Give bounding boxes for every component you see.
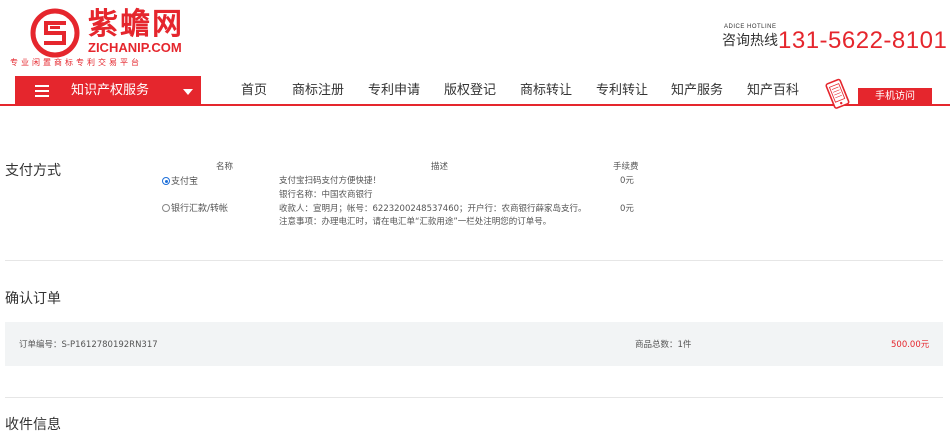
hotline-label: 咨询热线 [722, 33, 778, 49]
payment-option-bank-transfer[interactable]: 银行汇款/转帐 [162, 203, 228, 215]
nav-item-ip-encyclopedia[interactable]: 知产百科 [747, 82, 799, 100]
nav-item-trademark-registration[interactable]: 商标注册 [292, 82, 344, 100]
payment-option-description: 注意事项：办理电汇时，请在电汇单“汇款用途”一栏处注明您的订单号。 [279, 217, 552, 227]
radio-unchecked-icon[interactable] [162, 204, 170, 212]
nav-item-home[interactable]: 首页 [241, 82, 267, 100]
column-header-fee: 手续费 [613, 162, 639, 172]
column-header-name: 名称 [216, 162, 234, 172]
order-number: 订单编号：S-P1612780192RN317 [19, 340, 158, 350]
brand-name[interactable]: 紫蟾网 [88, 9, 184, 41]
payment-option-fee: 0元 [620, 176, 634, 186]
logo-icon[interactable] [30, 8, 80, 58]
shipping-section-title: 收件信息 [5, 417, 61, 433]
nav-item-copyright-registration[interactable]: 版权登记 [444, 82, 496, 100]
brand-domain: ZICHANIP.COM [88, 40, 182, 55]
payment-option-alipay[interactable]: 支付宝 [162, 176, 198, 188]
payment-option-description: 收款人：宣明月；帐号：6223200248537460；开户行：农商银行薛家岛支… [279, 204, 587, 214]
payment-section-title: 支付方式 [5, 163, 61, 179]
mobile-access-button[interactable]: 手机访问 [858, 88, 932, 106]
confirm-order-section-title: 确认订单 [5, 291, 61, 307]
section-divider [5, 397, 943, 398]
hotline-label-en: ADICE HOTLINE [724, 24, 777, 30]
nav-item-patent-transfer[interactable]: 专利转让 [596, 82, 648, 100]
nav-item-ip-services[interactable]: 知产服务 [671, 82, 723, 100]
mobile-phone-icon[interactable] [820, 78, 854, 110]
order-amount: 500.00元 [891, 340, 930, 350]
hotline-number: 131-5622-8101 [778, 27, 948, 54]
payment-option-description: 银行名称：中国农商银行 [279, 190, 373, 200]
nav-item-patent-application[interactable]: 专利申请 [368, 82, 420, 100]
caret-down-icon [183, 89, 193, 95]
nav-item-trademark-transfer[interactable]: 商标转让 [520, 82, 572, 100]
payment-option-description: 支付宝扫码支付方便快捷！ [279, 176, 382, 186]
radio-checked-icon[interactable] [162, 177, 170, 185]
payment-option-name: 银行汇款/转帐 [171, 204, 229, 214]
brand-slogan: 专业闲置商标专利交易平台 [10, 58, 142, 67]
payment-option-name: 支付宝 [171, 177, 199, 187]
column-header-description: 描述 [431, 162, 449, 172]
service-menu-button[interactable]: 知识产权服务 [15, 76, 201, 106]
payment-option-fee: 0元 [620, 204, 634, 214]
hamburger-icon [35, 85, 49, 97]
order-item-count: 商品总数：1件 [635, 340, 692, 350]
section-divider [5, 260, 943, 261]
service-menu-label: 知识产权服务 [71, 83, 150, 98]
